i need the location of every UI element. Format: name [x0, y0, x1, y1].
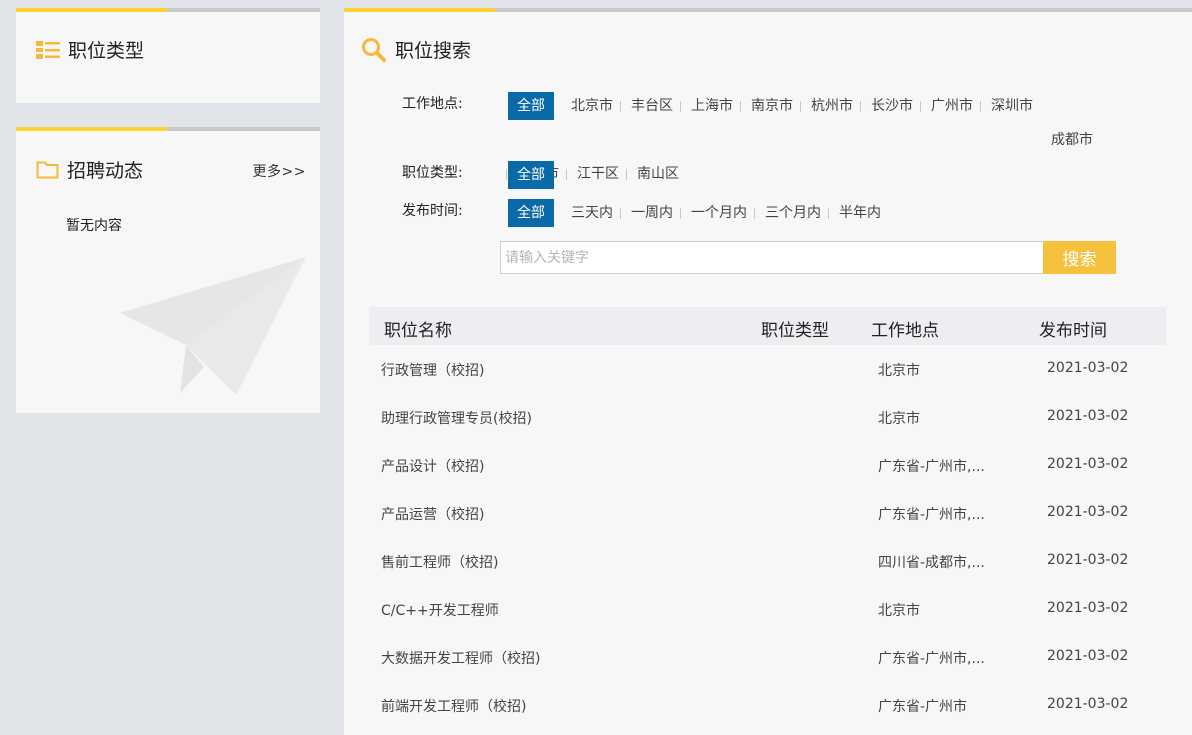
time-option[interactable]: 全部 [508, 199, 554, 227]
time-option[interactable]: 半年内 [828, 199, 890, 227]
panel-top-bar [16, 8, 320, 12]
job-date: 2021-03-02 [1047, 456, 1129, 472]
table-row[interactable]: 前端开发工程师（校招) 广东省-广州市 2021-03-02 [369, 681, 1166, 729]
time-filter: 发布时间: 全部 三天内 一周内 一个月内 三个月内 半年内 [402, 199, 1148, 227]
table-row[interactable]: 行政管理（校招) 北京市 2021-03-02 [369, 345, 1166, 393]
more-link[interactable]: 更多>> [253, 161, 306, 181]
panel-top-bar [344, 8, 1192, 12]
table-row[interactable]: 产品运营（校招) 广东省-广州市,... 2021-03-02 [369, 489, 1166, 537]
search-button[interactable]: 搜索 [1043, 241, 1116, 274]
table-row[interactable]: 产品设计（校招) 广东省-广州市,... 2021-03-02 [369, 441, 1166, 489]
type-filter: 职位类型: 全部 [402, 161, 1148, 189]
time-option[interactable]: 三个月内 [754, 199, 830, 227]
paper-plane-icon [120, 257, 306, 395]
list-icon [36, 40, 60, 59]
time-option[interactable]: 三天内 [562, 199, 622, 227]
search-title-text: 职位搜索 [395, 40, 472, 62]
search-title: 职位搜索 [361, 36, 471, 63]
location-option[interactable]: 北京市 [562, 92, 622, 120]
category-title-text: 职位类型 [68, 40, 145, 62]
job-date: 2021-03-02 [1047, 696, 1129, 712]
job-location: 广东省-广州市 [878, 699, 968, 715]
header-location: 工作地点 [871, 321, 939, 341]
category-title[interactable]: 职位类型 [36, 36, 144, 63]
job-location: 北京市 [878, 363, 920, 379]
news-title-text: 招聘动态 [67, 160, 144, 182]
news-panel: 招聘动态 更多>> 暂无内容 [16, 127, 320, 413]
search-icon [362, 37, 386, 62]
search-bar: 搜索 [500, 241, 1116, 274]
job-name[interactable]: 售前工程师（校招) [381, 552, 498, 572]
category-panel: 职位类型 [16, 8, 320, 103]
table-row[interactable]: 助理行政管理专员(校招) 北京市 2021-03-02 [369, 393, 1166, 441]
type-filter-label: 职位类型: [402, 165, 463, 181]
job-date: 2021-03-02 [1047, 504, 1129, 520]
job-name[interactable]: 产品设计（校招) [381, 456, 484, 476]
keyword-input[interactable] [500, 241, 1043, 274]
type-options: 全部 [508, 161, 1148, 189]
job-search-panel: 职位搜索 工作地点: 全部 北京市 丰台区 上海市 南京市 杭州市 长沙市 广州市 深圳市 成都市… [344, 8, 1192, 735]
table-row[interactable]: C/C++开发工程师 北京市 2021-03-02 [369, 585, 1166, 633]
location-option[interactable]: 全部 [508, 92, 554, 120]
job-name[interactable]: 前端开发工程师（校招) [381, 696, 526, 716]
job-date: 2021-03-02 [1047, 600, 1129, 616]
time-option[interactable]: 一个月内 [680, 199, 756, 227]
job-name[interactable]: 产品运营（校招) [381, 504, 484, 524]
type-option[interactable]: 全部 [508, 161, 554, 189]
job-location: 北京市 [878, 411, 920, 427]
location-option[interactable]: 深圳市 [980, 92, 1042, 120]
time-filter-label: 发布时间: [402, 203, 463, 219]
location-option[interactable]: 广州市 [920, 92, 982, 120]
time-option[interactable]: 一周内 [620, 199, 682, 227]
job-date: 2021-03-02 [1047, 552, 1129, 568]
job-location: 广东省-广州市,... [878, 507, 985, 523]
location-option[interactable]: 南京市 [740, 92, 802, 120]
job-name[interactable]: 助理行政管理专员(校招) [381, 408, 532, 428]
job-name[interactable]: C/C++开发工程师 [381, 600, 499, 620]
news-title: 招聘动态 [36, 156, 143, 183]
job-date: 2021-03-02 [1047, 360, 1129, 376]
job-name[interactable]: 大数据开发工程师（校招) [381, 648, 540, 668]
location-option[interactable]: 杭州市 [800, 92, 862, 120]
header-job-type: 职位类型 [761, 321, 829, 341]
table-row[interactable]: 大数据开发工程师（校招) 广东省-广州市,... 2021-03-02 [369, 633, 1166, 681]
header-job-name: 职位名称 [384, 321, 452, 341]
panel-top-bar [16, 127, 320, 131]
job-name[interactable]: 行政管理（校招) [381, 360, 484, 380]
time-options: 全部 三天内 一周内 一个月内 三个月内 半年内 [508, 199, 1148, 227]
job-location: 广东省-广州市,... [878, 651, 985, 667]
job-location: 北京市 [878, 603, 920, 619]
location-filter-label: 工作地点: [402, 96, 463, 112]
job-date: 2021-03-02 [1047, 648, 1129, 664]
location-option[interactable]: 上海市 [680, 92, 742, 120]
location-option[interactable]: 成都市 [1042, 126, 1102, 154]
location-option[interactable]: 丰台区 [620, 92, 682, 120]
job-date: 2021-03-02 [1047, 408, 1129, 424]
job-location: 广东省-广州市,... [878, 459, 985, 475]
job-location: 四川省-成都市,... [878, 555, 985, 571]
empty-text: 暂无内容 [66, 218, 122, 234]
table-header: 职位名称 职位类型 工作地点 发布时间 [369, 307, 1166, 345]
location-option[interactable]: 长沙市 [860, 92, 922, 120]
folder-icon [36, 161, 59, 179]
table-row[interactable]: 售前工程师（校招) 四川省-成都市,... 2021-03-02 [369, 537, 1166, 585]
header-date: 发布时间 [1039, 321, 1107, 341]
